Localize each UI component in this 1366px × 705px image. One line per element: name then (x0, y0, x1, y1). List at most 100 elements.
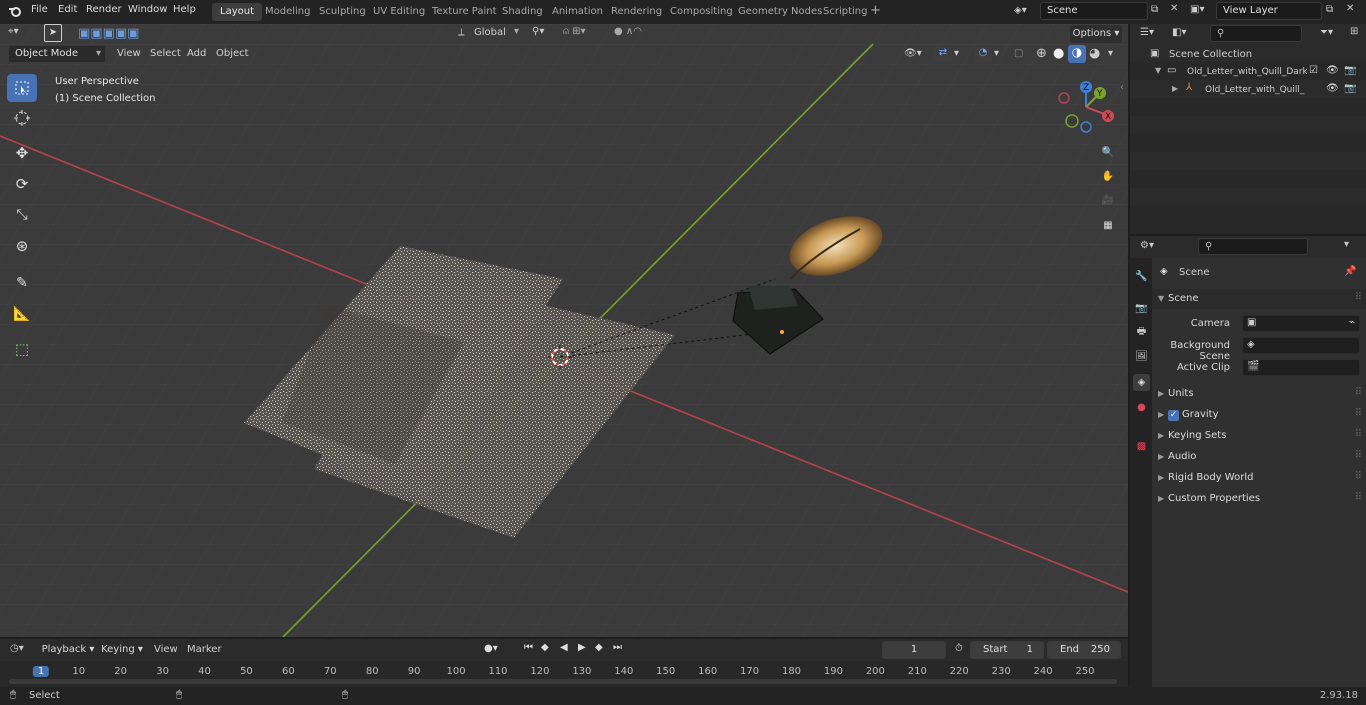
drag-handle-icon[interactable]: ⠿ (1355, 471, 1362, 482)
tab-output[interactable]: 🖶 (1133, 324, 1150, 341)
move-tool[interactable]: ✥ (7, 139, 37, 167)
stopwatch-icon[interactable]: ⏱ (955, 643, 963, 654)
gizmo-menu-icon[interactable]: ▾ (954, 48, 959, 59)
display-mode-icon[interactable]: ◧▾ (1172, 27, 1186, 38)
audio-section[interactable]: ▶ Audio ⠿ (1152, 447, 1366, 467)
proportional-edit-icon[interactable]: ● ∧◠ (614, 26, 642, 37)
rotate-tool[interactable]: ⟳ (7, 170, 37, 198)
xray-icon[interactable]: ▢ (1014, 48, 1023, 59)
menu-help[interactable]: Help (173, 4, 196, 15)
pin-icon[interactable]: 📌 (1344, 266, 1356, 277)
annotate-tool[interactable]: ✎ (7, 269, 37, 297)
drag-handle-icon[interactable]: ⠿ (1355, 387, 1362, 398)
keying-sets-section[interactable]: ▶ Keying Sets ⠿ (1152, 426, 1366, 446)
viewport-menu-object[interactable]: Object (216, 48, 249, 59)
overlay-menu-icon[interactable]: ▾ (994, 48, 999, 59)
drag-handle-icon[interactable]: ⠿ (1355, 429, 1362, 440)
scale-tool[interactable]: ⤡ (7, 201, 37, 229)
overlay-toggle-icon[interactable]: ◔ (974, 47, 992, 63)
timeline-scrollbar[interactable] (9, 679, 1117, 684)
transform-tool[interactable]: ⊛ (7, 232, 37, 260)
camera-field[interactable]: ▣ ⌁ (1242, 315, 1360, 332)
properties-search-input[interactable]: ⚲ (1198, 238, 1308, 255)
viewport-menu-view[interactable]: View (117, 48, 141, 59)
transform-orientation[interactable]: Global (474, 27, 506, 38)
end-frame-field[interactable]: End 250 (1047, 641, 1121, 659)
drag-handle-icon[interactable]: ⠿ (1355, 292, 1362, 303)
pan-view-button[interactable]: ✋ (1097, 165, 1119, 187)
sidebar-toggle-icon[interactable]: ‹ (1120, 82, 1124, 93)
camera-view-button[interactable]: 🎥 (1097, 189, 1119, 211)
blender-logo-icon[interactable] (8, 5, 22, 19)
navigation-gizmo[interactable]: Z Y X (1055, 79, 1117, 134)
cursor-tool[interactable] (7, 104, 37, 132)
current-frame-marker[interactable]: 1 (32, 666, 50, 677)
new-collection-icon[interactable]: ⊞ (1350, 26, 1358, 37)
active-clip-field[interactable]: 🎬 (1242, 359, 1360, 376)
expand-icon[interactable]: ▶ (1172, 84, 1178, 93)
render-camera-icon[interactable]: 📷 (1344, 83, 1356, 94)
add-cube-tool[interactable]: ⬚ (7, 335, 37, 363)
drag-handle-icon[interactable]: ⠿ (1355, 450, 1362, 461)
outliner-search-input[interactable]: ⚲ (1210, 25, 1302, 42)
drag-handle-icon[interactable]: ⠿ (1355, 408, 1362, 419)
playback-menu[interactable]: Playback ▾ (40, 641, 96, 659)
render-camera-icon[interactable]: 📷 (1344, 65, 1356, 76)
keying-menu[interactable]: Keying ▾ (98, 641, 146, 659)
start-frame-field[interactable]: Start 1 (970, 641, 1044, 659)
tab-rendering[interactable]: Rendering (603, 3, 670, 21)
menu-file[interactable]: File (31, 4, 48, 15)
tab-world[interactable]: ● (1133, 399, 1150, 416)
mode-dropdown[interactable]: Object Mode ▾ (8, 45, 106, 63)
options-button[interactable]: Options ▾ (1070, 25, 1122, 43)
shading-menu-icon[interactable]: ▾ (1108, 48, 1113, 59)
eyedropper-icon[interactable]: ⌁ (1349, 317, 1355, 328)
jump-start-icon[interactable]: ⏮ (524, 642, 533, 653)
background-scene-field[interactable]: ◈ (1242, 337, 1360, 354)
timeline-editor-icon[interactable]: ◷▾ (10, 643, 24, 654)
custom-properties-section[interactable]: ▶ Custom Properties ⠿ (1152, 489, 1366, 509)
snap-icon[interactable]: ⍝ ⊞▾ (563, 26, 586, 37)
orientation-chevron-icon[interactable]: ▾ (514, 26, 519, 37)
units-section[interactable]: ▶ Units ⠿ (1152, 384, 1366, 404)
outliner-editor-icon[interactable]: ☰▾ (1140, 27, 1154, 38)
prev-keyframe-icon[interactable]: ◆ (541, 642, 549, 653)
zoom-view-button[interactable]: 🔍 (1097, 141, 1119, 163)
properties-editor-icon[interactable]: ⚙▾ (1140, 240, 1154, 251)
menu-render[interactable]: Render (86, 4, 122, 15)
gravity-checkbox[interactable]: ✓ (1168, 410, 1179, 421)
tab-shading[interactable]: Shading (494, 3, 551, 21)
eye-icon[interactable]: 👁 (1326, 65, 1339, 76)
jump-end-icon[interactable]: ⏭ (613, 642, 622, 653)
editor-type-icon[interactable]: ⌖▾ (8, 26, 19, 37)
solid-shading-icon[interactable]: ● (1053, 46, 1064, 61)
selection-mode-icons[interactable]: ▣▣▣▣▣ (78, 26, 139, 41)
select-box-tool[interactable] (7, 74, 37, 102)
pivot-icon[interactable]: ⚲▾ (532, 26, 544, 37)
next-keyframe-icon[interactable]: ◆ (595, 642, 603, 653)
expand-icon[interactable]: ▼ (1155, 66, 1161, 75)
menu-window[interactable]: Window (128, 4, 167, 15)
rendered-shading-icon[interactable]: ◕ (1089, 46, 1100, 61)
tab-scene[interactable]: ◈ (1133, 374, 1150, 391)
filter-icon[interactable]: ⏷▾ (1320, 27, 1333, 38)
scene-panel-header[interactable]: ▼ Scene ⠿ (1152, 289, 1366, 309)
gizmo-toggle-icon[interactable]: ⇄ (934, 47, 952, 63)
select-tool-icon[interactable]: ➤ (44, 24, 62, 42)
view-layer-field[interactable]: View Layer (1216, 2, 1322, 20)
viewport-menu-add[interactable]: Add (187, 48, 206, 59)
menu-edit[interactable]: Edit (58, 4, 77, 15)
timeline-view-menu[interactable]: View (154, 644, 178, 655)
add-workspace-icon[interactable]: + (870, 4, 884, 18)
exclude-checkbox-icon[interactable]: ☑ (1309, 65, 1318, 76)
record-icon[interactable]: ●▾ (484, 643, 498, 654)
3d-viewport[interactable]: Object Mode ▾ View Select Add Object ⌖▾ ➤… (0, 24, 1128, 637)
tab-scripting[interactable]: Scripting (815, 3, 875, 21)
eye-icon[interactable]: 👁 (1326, 83, 1339, 94)
tab-texture-paint[interactable]: Texture Paint (424, 3, 505, 21)
delete-view-layer-icon[interactable]: ✕ (1346, 3, 1354, 14)
visibility-icon[interactable]: 👁▾ (904, 48, 922, 59)
tab-texture[interactable]: ▩ (1133, 438, 1150, 455)
properties-options-icon[interactable]: ▾ (1344, 239, 1349, 250)
new-view-layer-icon[interactable]: ⧉ (1326, 4, 1333, 15)
